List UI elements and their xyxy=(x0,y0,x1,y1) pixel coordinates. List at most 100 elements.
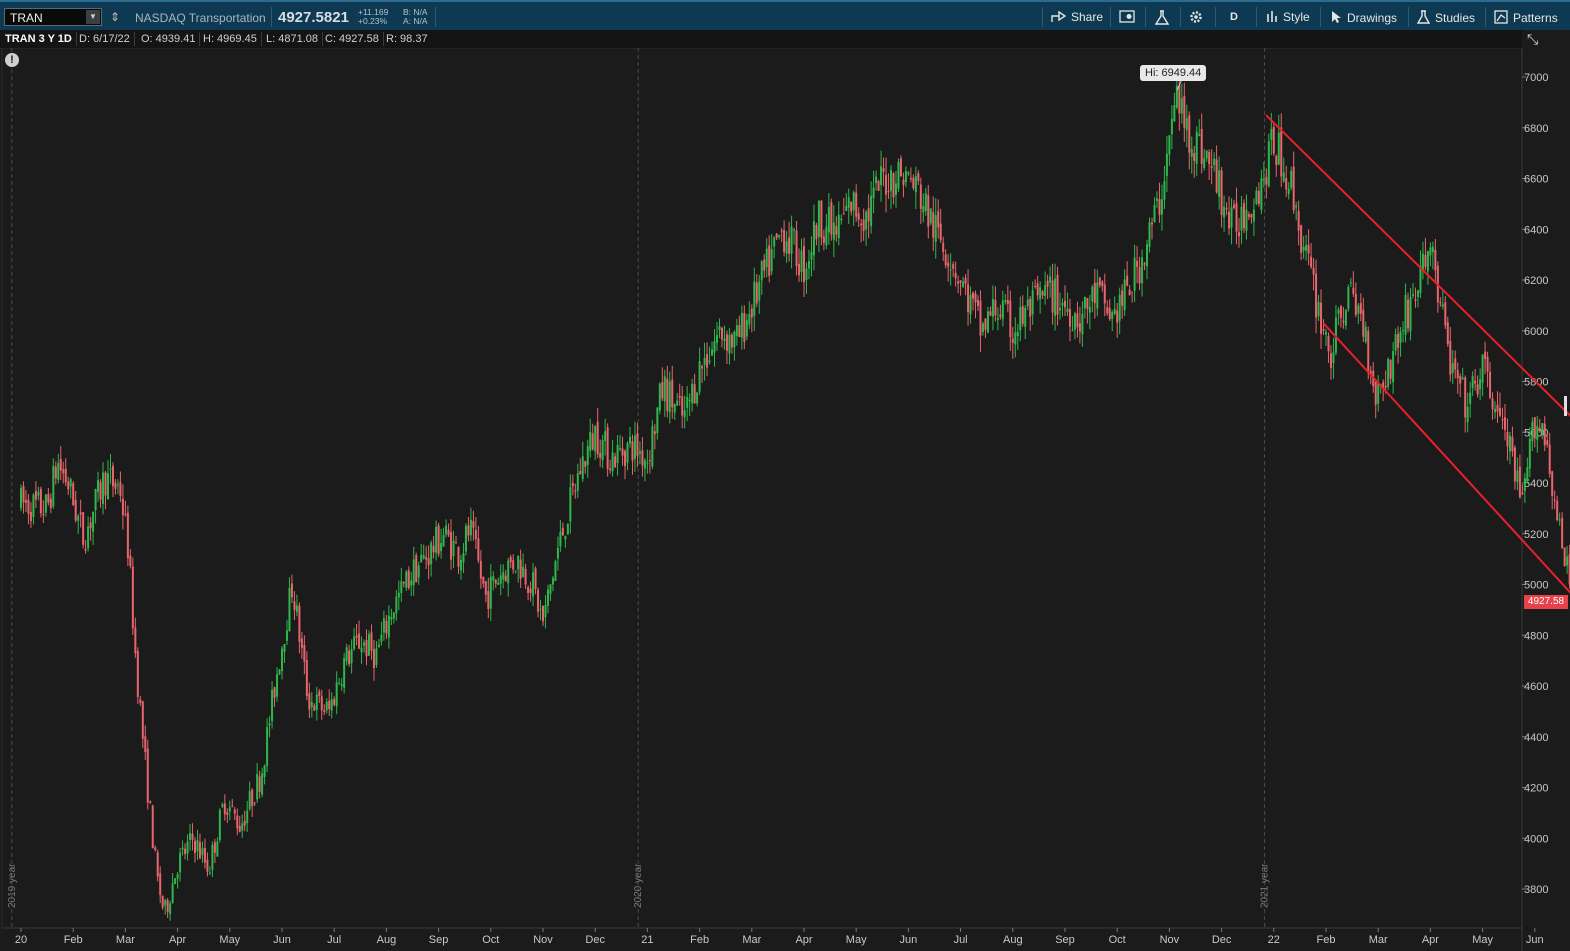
alert-icon[interactable]: ! xyxy=(5,53,19,67)
x-tick-label: Apr xyxy=(1422,934,1439,946)
candle-body xyxy=(817,200,820,237)
candle-body xyxy=(544,605,547,618)
candle-body xyxy=(1123,279,1126,311)
candle-body xyxy=(927,195,930,227)
candle-body xyxy=(154,847,157,851)
candle-body xyxy=(1061,302,1064,306)
candle-body xyxy=(1235,203,1238,232)
candle-body xyxy=(450,532,453,560)
year-label: 2019 year xyxy=(7,863,18,908)
drawings-button[interactable]: Drawings xyxy=(1330,10,1397,25)
candle-body xyxy=(574,490,577,492)
candle-body xyxy=(631,441,634,461)
candle-body xyxy=(517,555,520,570)
gear-icon xyxy=(1190,11,1202,23)
candle-body xyxy=(223,803,226,815)
candle-body xyxy=(84,548,87,551)
candle-body xyxy=(320,696,323,711)
x-tick-label: Jul xyxy=(954,934,968,946)
candle-body xyxy=(629,436,631,444)
candle-body xyxy=(1317,301,1320,317)
candle-body xyxy=(952,264,955,269)
candle-body xyxy=(1342,320,1345,323)
link-icon[interactable]: ⇕ xyxy=(110,10,120,24)
x-tick-label: Aug xyxy=(377,934,397,946)
candle-body xyxy=(1245,209,1248,231)
candle-body xyxy=(201,848,204,856)
candle-body xyxy=(273,687,276,698)
style-button[interactable]: Style xyxy=(1266,10,1310,24)
candle-body xyxy=(611,452,614,472)
price-chart[interactable]: 3800400042004400460048005000520054005600… xyxy=(0,48,1570,951)
candle-body xyxy=(825,226,828,246)
share-button[interactable]: Share xyxy=(1051,10,1103,24)
candle-body xyxy=(892,173,895,198)
y-tick-label: 6000 xyxy=(1524,326,1548,338)
candle-body xyxy=(62,469,65,474)
candle-body xyxy=(646,462,649,464)
patterns-button[interactable]: Patterns xyxy=(1494,10,1558,25)
candle-body xyxy=(1024,307,1027,327)
candle-body xyxy=(492,576,495,581)
candle-body xyxy=(668,381,671,413)
candle-body xyxy=(656,407,659,434)
candle-body xyxy=(298,605,301,642)
candle-body xyxy=(638,451,641,454)
candle-body xyxy=(338,683,341,685)
candle-body xyxy=(1126,275,1129,286)
candle-body xyxy=(1290,170,1293,188)
candle-body xyxy=(39,488,42,514)
candle-body xyxy=(1230,207,1233,228)
candle-body xyxy=(82,512,85,545)
candle-body xyxy=(1429,247,1432,256)
candle-body xyxy=(1270,128,1273,140)
settings-button[interactable] xyxy=(1189,10,1208,25)
collapse-arrows-icon[interactable]: ⤡ xyxy=(1527,31,1538,48)
symbol-input[interactable]: TRAN ▼ xyxy=(4,8,102,26)
flask-button[interactable] xyxy=(1154,10,1174,26)
candle-body xyxy=(377,644,380,648)
candle-body xyxy=(795,230,798,267)
candle-body xyxy=(1287,188,1290,194)
candle-body xyxy=(1521,492,1524,495)
candle-body xyxy=(432,545,435,553)
candle-body xyxy=(648,460,651,462)
aggregation-button[interactable]: D xyxy=(1230,11,1238,23)
candle-body xyxy=(934,215,937,242)
candle-body xyxy=(385,620,388,634)
candle-body xyxy=(1046,280,1049,287)
candle-body xyxy=(596,421,599,455)
candle-body xyxy=(323,710,326,713)
candle-body xyxy=(922,206,925,213)
candle-body xyxy=(748,314,751,325)
snapshot-button[interactable] xyxy=(1119,10,1140,24)
candle-body xyxy=(1054,278,1057,316)
candle-body xyxy=(619,447,622,450)
share-icon xyxy=(1051,10,1067,22)
symbol-dropdown-icon[interactable]: ▼ xyxy=(86,10,100,24)
candle-body xyxy=(713,341,716,353)
candle-body xyxy=(827,206,830,233)
candle-body xyxy=(196,840,199,852)
candle-body xyxy=(765,248,768,268)
candle-body xyxy=(64,468,67,483)
candle-body xyxy=(1116,310,1119,323)
candle-body xyxy=(743,313,746,342)
candle-body xyxy=(1362,309,1365,337)
candle-body xyxy=(116,484,119,486)
candle-body xyxy=(1384,385,1387,388)
candle-body xyxy=(1563,547,1566,566)
candle-body xyxy=(1566,556,1569,566)
candle-body xyxy=(594,426,597,452)
studies-button[interactable]: Studies xyxy=(1416,10,1475,25)
axis-scroll-handle[interactable] xyxy=(1564,396,1567,416)
candle-body xyxy=(1389,359,1392,379)
candle-body xyxy=(343,658,346,688)
candle-body xyxy=(191,833,194,840)
candle-body xyxy=(1466,406,1469,423)
candle-body xyxy=(358,633,361,649)
high-label: Hi: 6949.44 xyxy=(1140,65,1207,81)
candle-body xyxy=(44,494,47,513)
candle-body xyxy=(890,169,892,192)
candle-body xyxy=(1272,126,1275,154)
